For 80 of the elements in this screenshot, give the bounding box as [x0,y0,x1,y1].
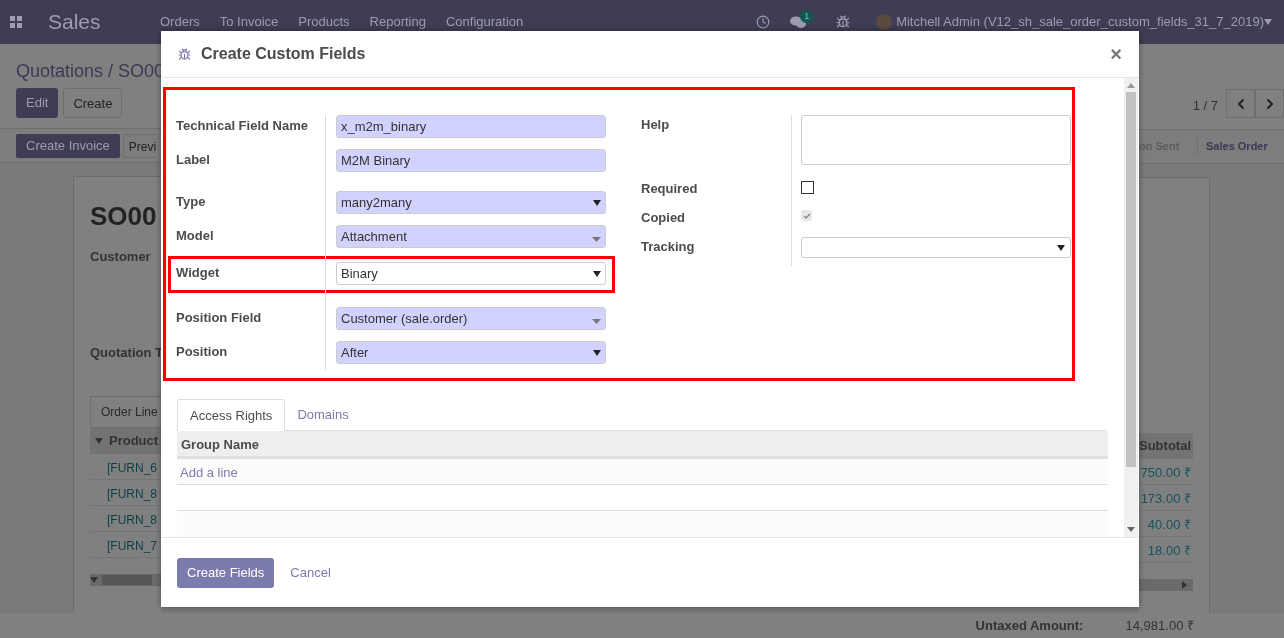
field-label: Copied [641,209,687,227]
create-button[interactable]: Create [63,88,123,118]
caret-icon [593,270,601,277]
field-label: Customer [90,248,152,266]
menu-item[interactable]: Configuration [445,12,524,32]
checkbox[interactable] [801,210,812,221]
scrollbar-thumb[interactable] [1126,92,1136,467]
message-count-badge: 1 [800,9,814,23]
scrollbar-thumb[interactable] [102,575,152,585]
vertical-scrollbar[interactable] [1124,78,1138,537]
pager-next-button[interactable] [1255,89,1284,118]
edit-button[interactable]: Edit [16,88,59,118]
field-label: Help [641,116,671,134]
field-label: Type [176,193,207,211]
menu-item[interactable]: To Invoice [219,12,279,32]
column-header[interactable]: Product [109,431,159,451]
tab[interactable]: Domains [285,399,361,431]
scroll-up-icon[interactable] [1127,83,1135,88]
checkbox[interactable] [801,181,814,194]
field-label: Model [176,227,215,245]
caret-icon [1264,19,1272,25]
caret-icon [95,438,103,444]
untaxed-amount-label: Untaxed Amount: [975,616,1085,635]
caret-icon [593,349,601,356]
user-menu[interactable]: Mitchell Admin (V12_sh_sale_order_custom_fields_31_7_2019) [896,12,1264,32]
field-label: Widget [176,264,221,282]
close-button[interactable]: × [1110,44,1122,64]
bug-icon [178,47,191,61]
caret-icon [1057,244,1065,251]
scroll-down-icon[interactable] [1127,527,1135,532]
cancel-link[interactable]: Cancel [290,562,331,583]
table-cell: 18.00 ₹ [1147,543,1191,558]
avatar [876,14,893,30]
menu-item[interactable]: Products [298,12,350,32]
caret-icon [593,199,601,206]
table-cell: [FURN_8 [107,513,157,527]
text-field[interactable]: M2M Binary [336,149,606,172]
add-line-link[interactable]: Add a line [180,465,238,480]
table-cell: [FURN_8 [107,487,157,501]
table-cell: 173.00 ₹ [1140,491,1191,506]
tab[interactable]: Access Rights [177,399,286,431]
select-field[interactable]: Attachment [336,225,606,248]
status-stage[interactable]: Sales Order [1197,138,1268,155]
text-field[interactable]: x_m2m_binary [336,115,606,138]
record-name: SO00 [90,200,158,231]
menu-item[interactable]: Orders [160,12,200,32]
app-title: Sales [48,9,102,36]
field-label: Tracking [641,238,696,256]
caret-icon [592,319,601,324]
dialog-title: Create Custom Fields [201,44,366,64]
preview-button[interactable]: Previ [122,133,157,158]
caret-icon [90,577,98,583]
select-field[interactable]: Customer (sale.order) [336,307,606,330]
select-field[interactable]: Binary [336,262,606,285]
table-cell: [FURN_6 [107,461,157,475]
caret-icon [592,237,601,242]
select-field[interactable] [801,237,1071,258]
bug-icon[interactable] [836,15,851,29]
scroll-right-icon[interactable] [1182,581,1187,589]
pager-counter: 1 / 7 [1192,97,1218,115]
select-field[interactable]: many2many [336,191,606,214]
pager-previous-button[interactable] [1226,89,1255,118]
clock-icon[interactable] [756,15,771,29]
notebook-tab[interactable]: Order Line [90,396,161,428]
create-fields-button[interactable]: Create Fields [177,557,275,588]
column-header[interactable]: Subtotal [1139,438,1191,453]
table-cell: 40.00 ₹ [1147,517,1191,532]
apps-icon[interactable] [10,16,22,28]
create-invoice-button[interactable]: Create Invoice [16,133,120,158]
column-header[interactable]: Group Name [181,437,259,452]
field-label: Technical Field Name [176,117,309,135]
table-cell: 750.00 ₹ [1140,465,1191,480]
untaxed-amount-value: 14,981.00 ₹ [1125,616,1194,635]
table-cell: [FURN_7 [107,539,157,553]
menu-item[interactable]: Reporting [369,12,426,32]
field-label: Position [176,343,229,361]
select-field[interactable]: After [336,341,606,364]
field-label: Required [641,180,699,198]
field-label: Label [176,151,211,169]
field-label: Position Field [176,309,263,327]
